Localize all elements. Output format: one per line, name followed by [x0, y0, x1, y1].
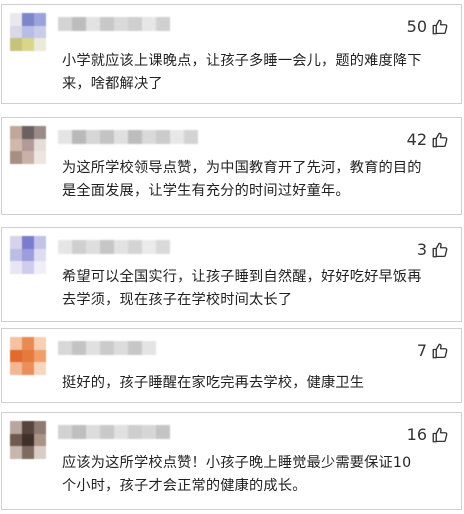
avatar[interactable]: [10, 13, 46, 51]
comment-text: 希望可以全国实行，让孩子睡到自然醒，好好吃好早饭再 去学须，现在孩子在学校时间太…: [62, 269, 422, 308]
like-count: 42: [406, 130, 427, 149]
like-button[interactable]: 50: [407, 17, 449, 36]
thumbs-up-icon: [431, 131, 449, 149]
username-blurred[interactable]: [58, 425, 170, 439]
comment-card: 50 小学就应该上课晚点，让孩子多睡一会儿，题的难度降下 来，啥都解决了: [1, 4, 462, 104]
thumbs-up-icon: [431, 18, 449, 36]
comment-card: 3 希望可以全国实行，让孩子睡到自然醒，好好吃好早饭再 去学须，现在孩子在学校时…: [1, 227, 462, 322]
comment-text: 应该为这所学校点赞！小孩子晚上睡觉最少需要保证10 个小时，孩子才会正常的健康的…: [62, 455, 412, 494]
like-count: 50: [406, 17, 427, 36]
like-button[interactable]: 7: [417, 341, 449, 360]
username-blurred[interactable]: [58, 17, 170, 31]
thumbs-up-icon: [431, 241, 449, 259]
avatar[interactable]: [10, 337, 46, 375]
avatar[interactable]: [10, 126, 46, 164]
comment-card: 16 应该为这所学校点赞！小孩子晚上睡觉最少需要保证10 个小时，孩子才会正常的…: [1, 412, 462, 510]
comment-card: 42 为这所学校领导点赞，为中国教育开了先河，教育的目的 是全面发展，让学生有充…: [1, 117, 462, 215]
thumbs-up-icon: [431, 426, 449, 444]
username-blurred[interactable]: [58, 341, 156, 355]
like-count: 7: [416, 341, 427, 360]
like-count: 16: [406, 425, 427, 444]
comment-text: 小学就应该上课晚点，让孩子多睡一会儿，题的难度降下 来，啥都解决了: [62, 53, 422, 92]
comment-text: 挺好的，孩子睡醒在家吃完再去学校，健康卫生: [62, 375, 365, 391]
username-blurred[interactable]: [58, 130, 198, 144]
comment-card: 7 挺好的，孩子睡醒在家吃完再去学校，健康卫生: [1, 328, 462, 403]
thumbs-up-icon: [431, 342, 449, 360]
username-blurred[interactable]: [58, 240, 170, 254]
avatar[interactable]: [10, 421, 46, 459]
avatar[interactable]: [10, 236, 46, 274]
like-button[interactable]: 3: [417, 240, 449, 259]
like-button[interactable]: 42: [407, 130, 449, 149]
like-count: 3: [416, 240, 427, 259]
comment-text: 为这所学校领导点赞，为中国教育开了先河，教育的目的 是全面发展，让学生有充分的时…: [62, 160, 422, 199]
like-button[interactable]: 16: [407, 425, 449, 444]
